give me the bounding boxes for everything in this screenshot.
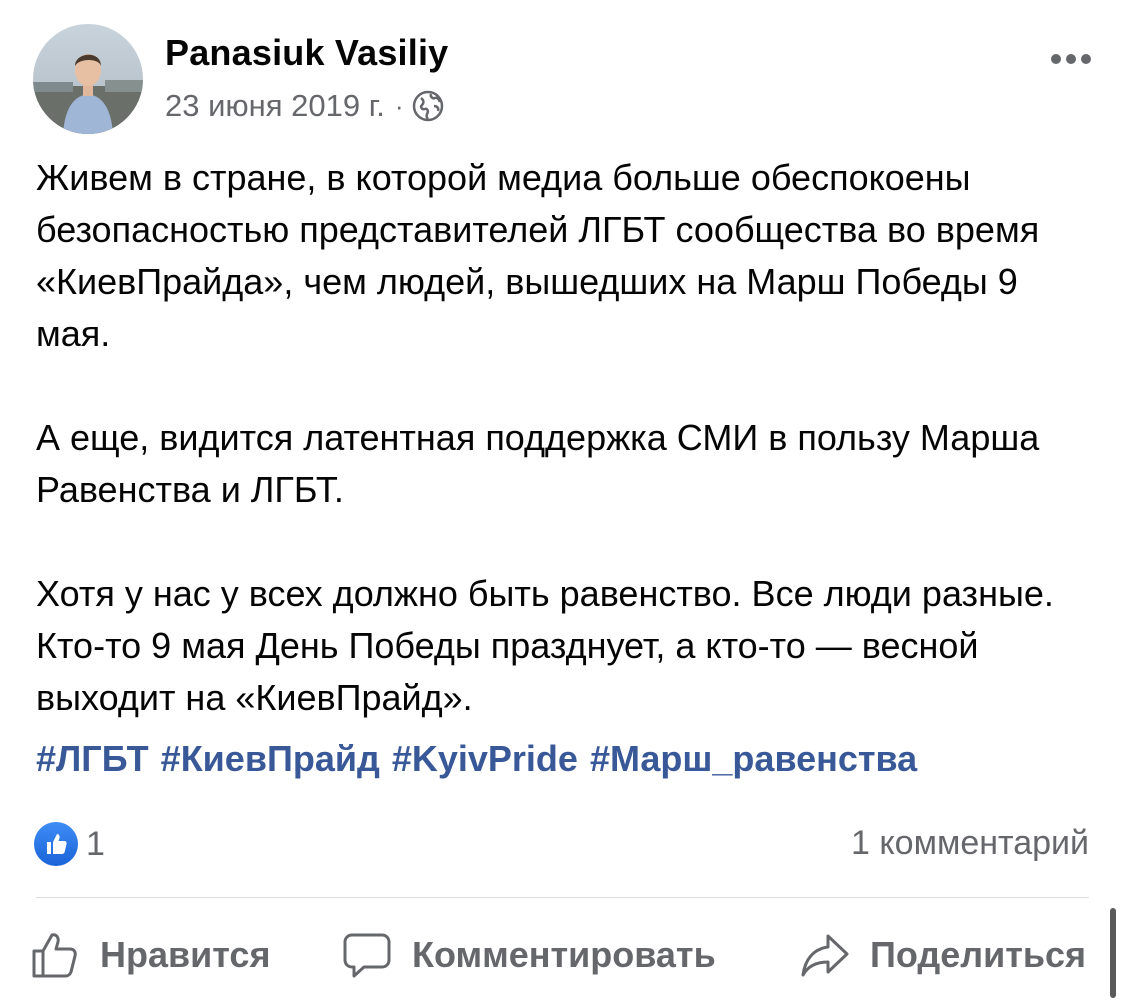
post-paragraph: А еще, видится латентная поддержка СМИ в… [36,417,1040,510]
reactions-count: 1 [86,824,105,863]
comment-button[interactable]: Комментировать [342,928,716,982]
post-paragraph: Хотя у нас у всех должно быть равенство.… [36,573,1054,718]
reactions-summary[interactable]: 1 [34,820,105,868]
post-meta: 23 июня 2019 г. · [165,86,444,126]
like-label: Нравится [100,934,271,975]
comment-label: Комментировать [412,934,716,975]
avatar-photo [33,24,143,134]
ellipsis-icon[interactable] [1040,44,1100,74]
hashtag-list: #ЛГБТ #КиевПрайд #KyivPride #Марш_равенс… [36,738,917,780]
author-name[interactable]: Panasiuk Vasiliy [165,32,448,74]
like-reaction-icon [34,822,78,866]
share-button[interactable]: Поделиться [800,928,1086,982]
comment-bubble-icon [343,933,391,978]
hashtag-link[interactable]: #КиевПрайд [161,738,380,780]
hashtag-link[interactable]: #KyivPride [392,738,578,780]
globe-icon [412,90,444,122]
facebook-post: Panasiuk Vasiliy 23 июня 2019 г. · Живем… [0,0,1125,1003]
post-date[interactable]: 23 июня 2019 г. [165,88,385,124]
avatar[interactable] [33,24,143,134]
post-text: Живем в стране, в которой медиа больше о… [36,152,1096,724]
hashtag-link[interactable]: #ЛГБТ [36,738,149,780]
hashtag-link[interactable]: #Марш_равенства [590,738,917,780]
post-paragraph: Живем в стране, в которой медиа больше о… [36,157,1040,354]
thumbs-up-icon [32,933,77,978]
share-arrow-icon [801,934,849,977]
comments-count[interactable]: 1 комментарий [851,824,1089,863]
like-button[interactable]: Нравится [30,928,270,982]
scrollbar[interactable] [1110,908,1116,998]
divider [36,897,1089,898]
meta-separator: · [394,90,404,121]
share-label: Поделиться [870,934,1087,975]
action-bar: Нравится Комментировать Поделиться [0,920,1125,990]
